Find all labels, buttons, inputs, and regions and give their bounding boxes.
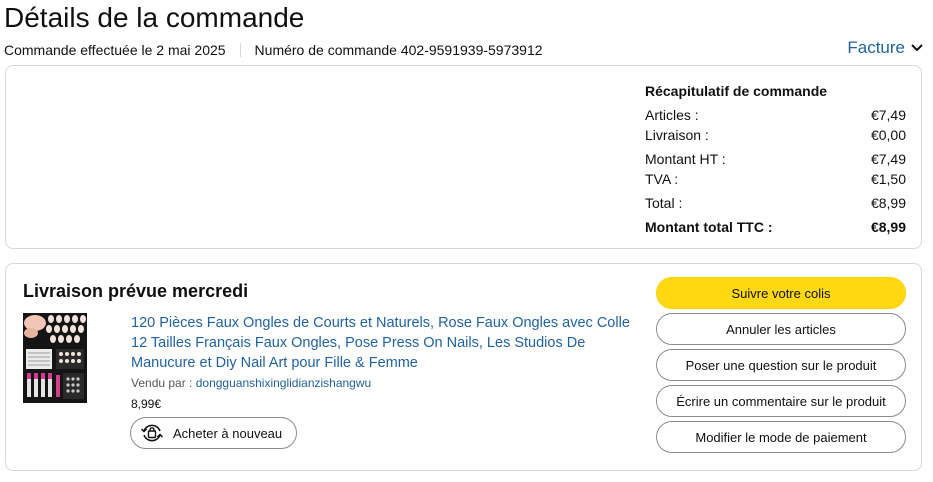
track-package-button[interactable]: Suivre votre colis xyxy=(656,277,906,309)
summary-row-total: Total : €8,99 xyxy=(645,193,906,213)
order-summary: Récapitulatif de commande Articles : €7,… xyxy=(645,81,906,237)
summary-label: Livraison : xyxy=(645,127,709,143)
sold-by: Vendu par : dongguanshixinglidianzishang… xyxy=(131,376,371,390)
cancel-items-button[interactable]: Annuler les articles xyxy=(656,313,906,345)
buy-again-label: Acheter à nouveau xyxy=(173,425,283,441)
sold-by-label: Vendu par : xyxy=(131,376,193,390)
summary-row-items: Articles : €7,49 xyxy=(645,105,906,125)
summary-label: Total : xyxy=(645,195,683,211)
summary-row-grand-total: Montant total TTC : €8,99 xyxy=(645,217,906,237)
summary-label: Montant HT : xyxy=(645,151,726,167)
order-date: Commande effectuée le 2 mai 2025 xyxy=(4,42,226,58)
summary-row-shipping: Livraison : €0,00 xyxy=(645,125,906,145)
delivery-card: Livraison prévue mercredi 120 Pièces Fau… xyxy=(5,263,922,471)
write-review-button[interactable]: Écrire un commentaire sur le produit xyxy=(656,385,906,417)
delivery-title: Livraison prévue mercredi xyxy=(23,281,249,301)
summary-value: €0,00 xyxy=(870,127,906,143)
meta-divider xyxy=(239,43,241,57)
change-payment-button[interactable]: Modifier le mode de paiement xyxy=(656,421,906,453)
summary-value: €7,49 xyxy=(870,107,906,123)
summary-label: TVA : xyxy=(645,171,679,187)
product-thumbnail[interactable] xyxy=(23,313,87,403)
chevron-down-icon xyxy=(911,44,923,52)
buy-again-icon xyxy=(140,424,164,442)
summary-label: Articles : xyxy=(645,107,699,123)
order-meta: Commande effectuée le 2 mai 2025 Numéro … xyxy=(4,40,543,60)
order-number: Numéro de commande 402-9591939-5973912 xyxy=(254,42,543,58)
order-summary-card: Récapitulatif de commande Articles : €7,… xyxy=(5,65,922,249)
buy-again-button[interactable]: Acheter à nouveau xyxy=(130,417,297,449)
summary-value: €1,50 xyxy=(870,171,906,187)
summary-row-vat: TVA : €1,50 xyxy=(645,169,906,189)
invoice-dropdown[interactable]: Facture xyxy=(847,37,923,59)
summary-label: Montant total TTC : xyxy=(645,219,773,235)
product-price: 8,99€ xyxy=(131,397,162,411)
summary-value: €8,99 xyxy=(870,195,906,211)
summary-value: €7,49 xyxy=(870,151,906,167)
order-actions: Suivre votre colis Annuler les articles … xyxy=(656,277,906,457)
seller-link[interactable]: dongguanshixinglidianzishangwu xyxy=(196,376,371,390)
summary-title: Récapitulatif de commande xyxy=(645,83,828,99)
product-title-link[interactable]: 120 Pièces Faux Ongles de Courts et Natu… xyxy=(131,313,631,373)
page-title: Détails de la commande xyxy=(4,2,305,33)
summary-value: €8,99 xyxy=(870,219,906,235)
invoice-label: Facture xyxy=(847,38,905,57)
nail-kit-image xyxy=(23,313,87,403)
ask-product-question-button[interactable]: Poser une question sur le produit xyxy=(656,349,906,381)
summary-row-subtotal-ht: Montant HT : €7,49 xyxy=(645,149,906,169)
